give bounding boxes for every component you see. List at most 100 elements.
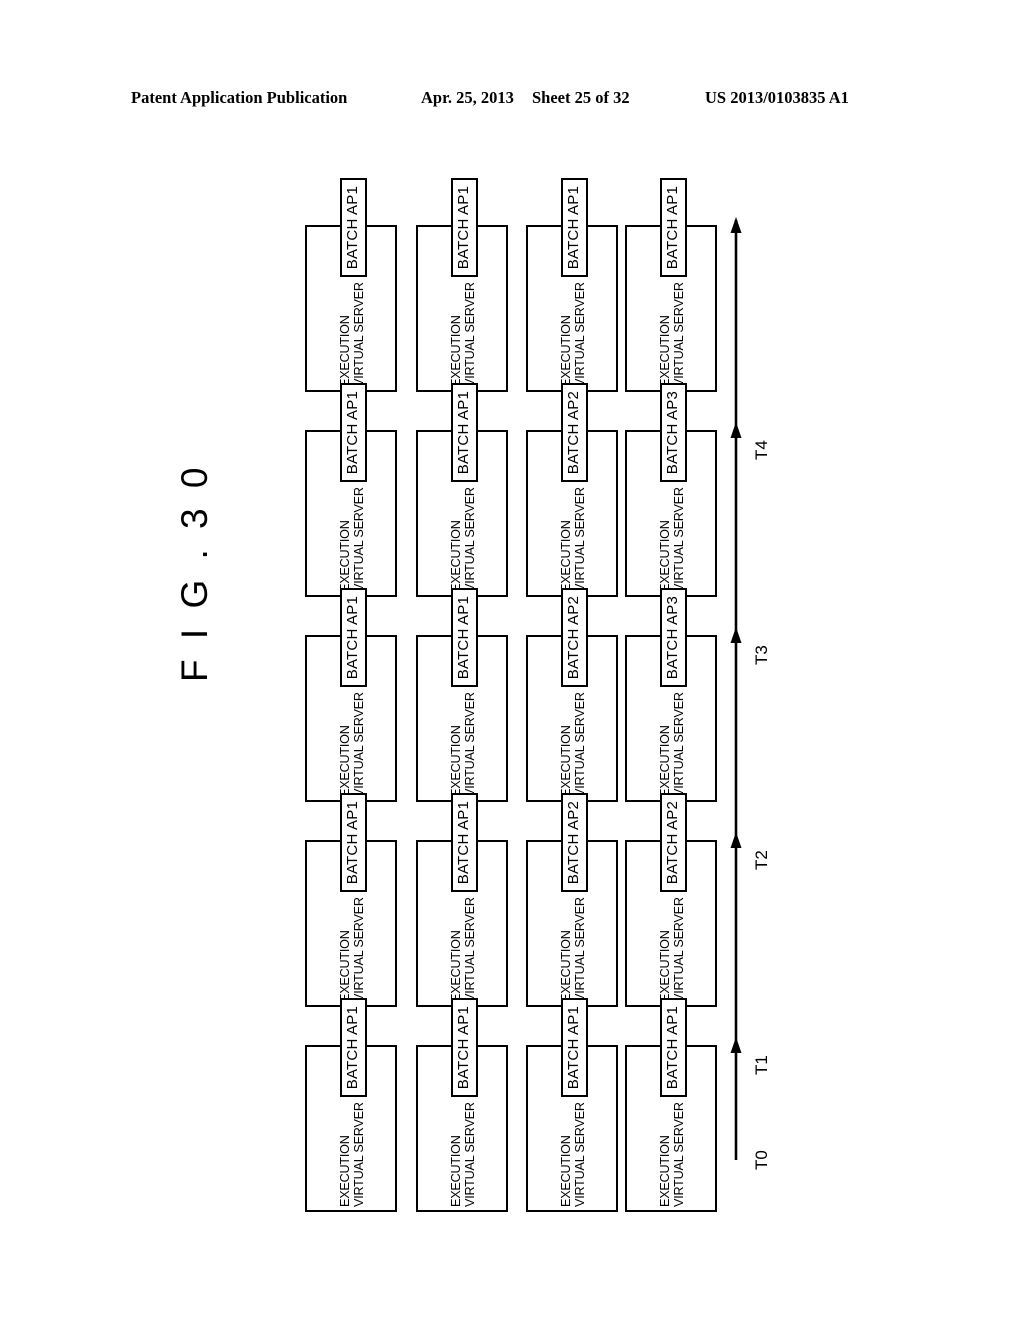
time-group-t3: EXECUTION VIRTUAL SERVER BATCH AP1 EXECUTI… (305, 383, 717, 600)
batch-app-label: BATCH AP1 (664, 186, 681, 270)
batch-app-box: BATCH AP2 (560, 588, 588, 688)
server-title-label: EXECUTION VIRTUAL SERVER (338, 692, 366, 797)
server-title-label: EXECUTION VIRTUAL SERVER (449, 1102, 477, 1207)
server-box-content: EXECUTION VIRTUAL SERVER BATCH AP1 (418, 998, 510, 1214)
server-title-label: EXECUTION VIRTUAL SERVER (338, 1102, 366, 1207)
timeline-mark-t3: T3 (752, 645, 771, 665)
time-group-t2: EXECUTION VIRTUAL SERVER BATCH AP1 EXECUTI… (305, 588, 717, 805)
server-title-label: EXECUTION VIRTUAL SERVER (559, 897, 587, 1002)
batch-app-label: BATCH AP2 (565, 801, 582, 885)
server-box-content: EXECUTION VIRTUAL SERVER BATCH AP1 (307, 383, 399, 599)
batch-app-label: BATCH AP1 (344, 186, 361, 270)
execution-virtual-server-box: EXECUTION VIRTUAL SERVER BATCH AP1 (416, 178, 510, 394)
execution-virtual-server-box: EXECUTION VIRTUAL SERVER BATCH AP1 (305, 998, 399, 1214)
batch-app-label: BATCH AP2 (664, 801, 681, 885)
server-box-content: EXECUTION VIRTUAL SERVER BATCH AP1 (418, 793, 510, 1009)
execution-virtual-server-box: EXECUTION VIRTUAL SERVER BATCH AP3 (625, 588, 717, 802)
server-box-content: EXECUTION VIRTUAL SERVER BATCH AP1 (307, 998, 399, 1214)
timeline-mark-t0: T0 (752, 1150, 771, 1170)
server-title-label: EXECUTION VIRTUAL SERVER (658, 1102, 686, 1207)
execution-virtual-server-box: EXECUTION VIRTUAL SERVER BATCH AP1 (416, 998, 510, 1214)
execution-virtual-server-box: EXECUTION VIRTUAL SERVER BATCH AP1 (305, 178, 399, 394)
batch-app-label: BATCH AP1 (455, 596, 472, 680)
batch-app-label: BATCH AP2 (565, 391, 582, 475)
batch-app-label: BATCH AP1 (344, 391, 361, 475)
execution-virtual-server-box: EXECUTION VIRTUAL SERVER BATCH AP1 (416, 793, 510, 1009)
execution-virtual-server-box: EXECUTION VIRTUAL SERVER BATCH AP1 (526, 998, 620, 1214)
batch-app-label: BATCH AP1 (344, 1006, 361, 1090)
batch-app-box: BATCH AP1 (450, 383, 478, 483)
execution-virtual-server-box: EXECUTION VIRTUAL SERVER BATCH AP1 (625, 998, 717, 1212)
execution-virtual-server-box: EXECUTION VIRTUAL SERVER BATCH AP1 (416, 588, 510, 804)
server-title-label: EXECUTION VIRTUAL SERVER (449, 897, 477, 1002)
execution-virtual-server-box: EXECUTION VIRTUAL SERVER BATCH AP1 (625, 178, 717, 392)
batch-app-label: BATCH AP3 (664, 391, 681, 475)
server-box-content: EXECUTION VIRTUAL SERVER BATCH AP1 (418, 383, 510, 599)
batch-app-box: BATCH AP1 (450, 998, 478, 1098)
server-title-label: EXECUTION VIRTUAL SERVER (658, 282, 686, 387)
execution-virtual-server-box: EXECUTION VIRTUAL SERVER BATCH AP1 (305, 588, 399, 804)
batch-app-label: BATCH AP1 (344, 801, 361, 885)
server-box-content: EXECUTION VIRTUAL SERVER BATCH AP1 (528, 178, 620, 394)
server-title-label: EXECUTION VIRTUAL SERVER (338, 897, 366, 1002)
batch-app-box: BATCH AP2 (560, 383, 588, 483)
execution-virtual-server-box: EXECUTION VIRTUAL SERVER BATCH AP1 (305, 793, 399, 1009)
server-box-content: EXECUTION VIRTUAL SERVER BATCH AP2 (528, 588, 620, 804)
execution-virtual-server-box: EXECUTION VIRTUAL SERVER BATCH AP2 (625, 793, 717, 1007)
execution-virtual-server-box: EXECUTION VIRTUAL SERVER BATCH AP2 (526, 383, 620, 599)
timeline-mark-t2: T2 (752, 850, 771, 870)
batch-app-label: BATCH AP1 (664, 1006, 681, 1090)
batch-app-label: BATCH AP1 (344, 596, 361, 680)
execution-virtual-server-box: EXECUTION VIRTUAL SERVER BATCH AP2 (526, 793, 620, 1009)
batch-app-box: BATCH AP1 (560, 998, 588, 1098)
batch-app-label: BATCH AP1 (565, 1006, 582, 1090)
execution-virtual-server-box: EXECUTION VIRTUAL SERVER BATCH AP1 (305, 383, 399, 599)
timeline-mark-t1: T1 (752, 1055, 771, 1075)
batch-app-box: BATCH AP1 (339, 383, 367, 483)
timeline-mark-t4: T4 (752, 440, 771, 460)
batch-app-box: BATCH AP1 (659, 998, 687, 1098)
batch-app-box: BATCH AP1 (560, 178, 588, 278)
server-title-label: EXECUTION VIRTUAL SERVER (449, 282, 477, 387)
batch-app-box: BATCH AP1 (339, 793, 367, 893)
batch-app-label: BATCH AP2 (565, 596, 582, 680)
server-box-content: EXECUTION VIRTUAL SERVER BATCH AP2 (528, 793, 620, 1009)
batch-app-box: BATCH AP2 (659, 793, 687, 893)
batch-app-label: BATCH AP1 (565, 186, 582, 270)
batch-app-box: BATCH AP1 (450, 793, 478, 893)
execution-virtual-server-box: EXECUTION VIRTUAL SERVER BATCH AP2 (526, 588, 620, 804)
batch-app-label: BATCH AP1 (455, 391, 472, 475)
batch-app-label: BATCH AP1 (455, 186, 472, 270)
server-title-label: EXECUTION VIRTUAL SERVER (449, 692, 477, 797)
batch-app-label: BATCH AP1 (455, 801, 472, 885)
batch-app-box: BATCH AP3 (659, 383, 687, 483)
time-group-t4: EXECUTION VIRTUAL SERVER BATCH AP1 EXECUTI… (305, 178, 717, 395)
server-title-label: EXECUTION VIRTUAL SERVER (559, 282, 587, 387)
server-title-label: EXECUTION VIRTUAL SERVER (658, 487, 686, 592)
batch-app-box: BATCH AP2 (560, 793, 588, 893)
execution-virtual-server-box: EXECUTION VIRTUAL SERVER BATCH AP1 (526, 178, 620, 394)
server-title-label: EXECUTION VIRTUAL SERVER (338, 282, 366, 387)
server-title-label: EXECUTION VIRTUAL SERVER (449, 487, 477, 592)
batch-app-box: BATCH AP1 (450, 178, 478, 278)
batch-app-box: BATCH AP1 (339, 998, 367, 1098)
batch-app-box: BATCH AP1 (339, 178, 367, 278)
server-box-content: EXECUTION VIRTUAL SERVER BATCH AP2 (528, 383, 620, 599)
server-title-label: EXECUTION VIRTUAL SERVER (338, 487, 366, 592)
batch-app-box: BATCH AP1 (450, 588, 478, 688)
batch-app-box: BATCH AP3 (659, 588, 687, 688)
server-box-content: EXECUTION VIRTUAL SERVER BATCH AP1 (307, 588, 399, 804)
execution-virtual-server-box: EXECUTION VIRTUAL SERVER BATCH AP3 (625, 383, 717, 597)
time-group-t0: EXECUTION VIRTUAL SERVER BATCH AP1 EXECUTI… (305, 998, 717, 1215)
server-title-label: EXECUTION VIRTUAL SERVER (559, 692, 587, 797)
batch-app-label: BATCH AP1 (455, 1006, 472, 1090)
server-box-content: EXECUTION VIRTUAL SERVER BATCH AP1 (307, 178, 399, 394)
server-box-content: EXECUTION VIRTUAL SERVER BATCH AP1 (418, 178, 510, 394)
batch-app-box: BATCH AP1 (339, 588, 367, 688)
server-box-content: EXECUTION VIRTUAL SERVER BATCH AP1 (418, 588, 510, 804)
server-box-content: EXECUTION VIRTUAL SERVER BATCH AP1 (307, 793, 399, 1009)
timeline-axis: T0 T1 T2 T3 T4 (706, 195, 786, 1195)
execution-virtual-server-box: EXECUTION VIRTUAL SERVER BATCH AP1 (416, 383, 510, 599)
server-title-label: EXECUTION VIRTUAL SERVER (559, 1102, 587, 1207)
server-box-content: EXECUTION VIRTUAL SERVER BATCH AP1 (528, 998, 620, 1214)
